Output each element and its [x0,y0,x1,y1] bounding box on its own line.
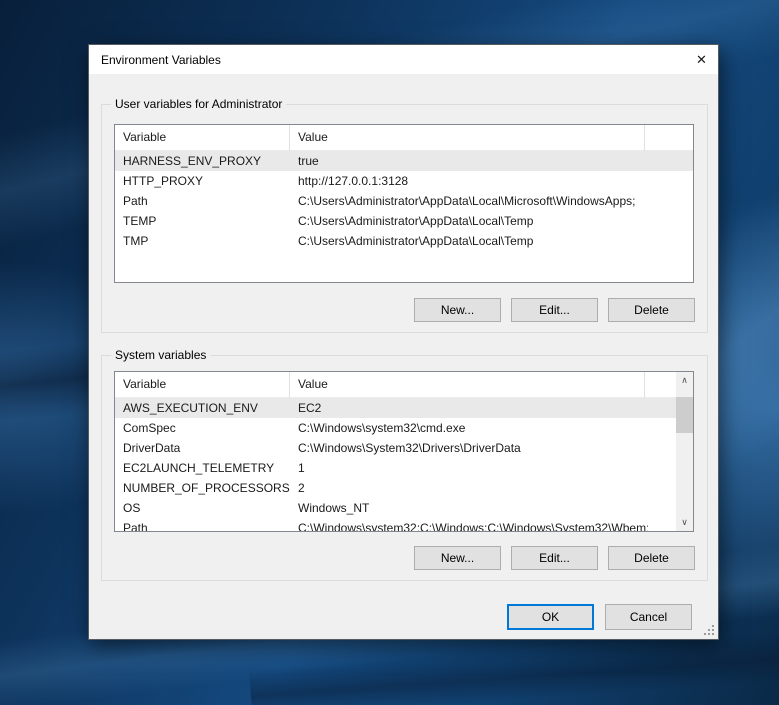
user-new-button[interactable]: New... [414,298,501,322]
variable-cell: OS [115,498,290,518]
scrollbar-thumb[interactable] [676,397,693,433]
value-cell: http://127.0.0.1:3128 [290,171,648,191]
value-cell: C:\Windows\system32\cmd.exe [290,418,648,438]
user-delete-button[interactable]: Delete [608,298,695,322]
system-table-header: Variable Value [115,372,677,398]
table-row[interactable]: Path C:\Users\Administrator\AppData\Loca… [115,191,693,211]
table-row[interactable]: HTTP_PROXY http://127.0.0.1:3128 [115,171,693,191]
variable-cell: Path [115,191,290,211]
table-row[interactable]: NUMBER_OF_PROCESSORS 2 [115,478,677,498]
system-new-button[interactable]: New... [414,546,501,570]
value-cell: true [290,151,648,171]
ok-button[interactable]: OK [507,604,594,630]
user-variables-table[interactable]: Variable Value HARNESS_ENV_PROXY true HT… [114,124,694,283]
column-header-value[interactable]: Value [290,372,645,398]
system-edit-button[interactable]: Edit... [511,546,598,570]
value-cell: C:\Users\Administrator\AppData\Local\Tem… [290,231,648,251]
table-row[interactable]: TEMP C:\Users\Administrator\AppData\Loca… [115,211,693,231]
column-header-variable[interactable]: Variable [115,372,290,398]
table-row[interactable]: DriverData C:\Windows\System32\Drivers\D… [115,438,677,458]
value-cell: Windows_NT [290,498,648,518]
variable-cell: DriverData [115,438,290,458]
value-cell: 1 [290,458,648,478]
variable-cell: AWS_EXECUTION_ENV [115,398,290,418]
table-row[interactable]: EC2LAUNCH_TELEMETRY 1 [115,458,677,478]
table-row[interactable]: AWS_EXECUTION_ENV EC2 [115,398,677,418]
variable-cell: EC2LAUNCH_TELEMETRY [115,458,290,478]
variable-cell: HTTP_PROXY [115,171,290,191]
dialog-title: Environment Variables [101,53,221,67]
environment-variables-dialog: Environment Variables ✕ User variables f… [88,44,719,640]
variable-cell: ComSpec [115,418,290,438]
value-cell: 2 [290,478,648,498]
variable-cell: TEMP [115,211,290,231]
user-edit-button[interactable]: Edit... [511,298,598,322]
variable-cell: NUMBER_OF_PROCESSORS [115,478,290,498]
variable-cell: TMP [115,231,290,251]
cancel-button[interactable]: Cancel [605,604,692,630]
table-row[interactable]: Path C:\Windows\system32;C:\Windows;C:\W… [115,518,677,532]
table-row[interactable]: TMP C:\Users\Administrator\AppData\Local… [115,231,693,251]
system-table-rows: AWS_EXECUTION_ENV EC2 ComSpec C:\Windows… [115,398,677,532]
variable-cell: Path [115,518,290,532]
system-delete-button[interactable]: Delete [608,546,695,570]
table-row[interactable]: ComSpec C:\Windows\system32\cmd.exe [115,418,677,438]
value-cell: C:\Windows\system32;C:\Windows;C:\Window… [290,518,648,532]
table-row[interactable]: OS Windows_NT [115,498,677,518]
scroll-down-icon[interactable]: ∨ [676,514,693,531]
desktop-wallpaper: Environment Variables ✕ User variables f… [0,0,779,705]
user-variables-group-label: User variables for Administrator [111,97,286,111]
value-cell: C:\Users\Administrator\AppData\Local\Mic… [290,191,648,211]
system-variables-table[interactable]: Variable Value AWS_EXECUTION_ENV EC2 Com… [114,371,694,532]
value-cell: EC2 [290,398,648,418]
scroll-up-icon[interactable]: ∧ [676,372,693,389]
table-row[interactable]: HARNESS_ENV_PROXY true [115,151,693,171]
value-cell: C:\Users\Administrator\AppData\Local\Tem… [290,211,648,231]
variable-cell: HARNESS_ENV_PROXY [115,151,290,171]
vertical-scrollbar[interactable]: ∧ ∨ [676,372,693,531]
system-variables-group-label: System variables [111,348,210,362]
user-table-rows: HARNESS_ENV_PROXY true HTTP_PROXY http:/… [115,151,693,251]
resize-grip-icon[interactable] [703,624,714,635]
close-icon: ✕ [696,52,707,68]
dialog-titlebar: Environment Variables ✕ [89,45,718,74]
column-header-value[interactable]: Value [290,125,645,151]
column-header-variable[interactable]: Variable [115,125,290,151]
value-cell: C:\Windows\System32\Drivers\DriverData [290,438,648,458]
user-table-header: Variable Value [115,125,693,151]
close-button[interactable]: ✕ [685,45,718,74]
